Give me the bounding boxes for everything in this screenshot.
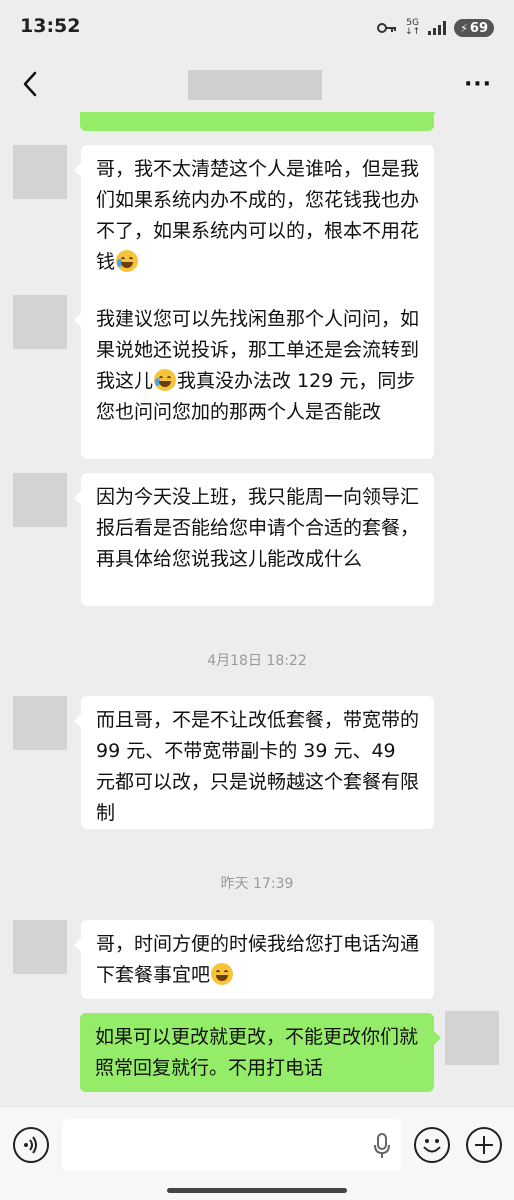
chevron-left-icon — [23, 71, 37, 97]
message-text: 而且哥，不是不让改低套餐，带宽带的 99 元、不带宽带副卡的 39 元、49 元… — [96, 709, 420, 824]
message-bubble[interactable]: 我建议您可以先找闲鱼那个人问问，如果说她还说投诉，那工单还是会流转到我这儿 我真没… — [74, 295, 434, 459]
input-bar — [0, 1106, 514, 1200]
battery-indicator: ⚡ 69 — [454, 19, 494, 37]
timestamp: 4月18日 18:22 — [207, 653, 307, 669]
message-text: 如果可以更改就更改，不能更改你们就照常回复就行。不用打电话 — [95, 1026, 419, 1079]
more-dots-icon: ··· — [463, 71, 493, 97]
more-button[interactable]: ··· — [462, 71, 494, 97]
timestamp: 昨天 17:39 — [220, 876, 294, 892]
voice-icon — [24, 1136, 37, 1154]
my-avatar[interactable] — [445, 1011, 499, 1065]
battery-level: 69 — [469, 20, 488, 36]
grinning-emoji-icon — [211, 963, 234, 985]
message-text: 因为今天没上班，我只能周一向领导汇报后看是否能给您申请个合适的套餐，再具体给您说… — [96, 486, 420, 570]
plus-button[interactable] — [466, 1127, 502, 1163]
chat-title-redacted — [188, 70, 322, 100]
data-arrows-icon: ↓↑ — [405, 27, 421, 37]
avatar[interactable] — [13, 696, 67, 750]
avatar[interactable] — [13, 473, 67, 527]
chat-header: ··· — [0, 56, 514, 112]
emoji-icon — [423, 1139, 441, 1153]
status-bar: 13:52 5G ↓↑ ⚡ 69 — [0, 0, 514, 56]
key-icon — [377, 23, 397, 33]
message-bubble[interactable]: 如果可以更改就更改，不能更改你们就照常回复就行。不用打电话 — [80, 1013, 441, 1092]
message-text: 哥，时间方便的时候我给您打电话沟通下套餐事宜吧 — [96, 933, 420, 986]
message-bubble[interactable]: 而且哥，不是不让改低套餐，带宽带的 99 元、不带宽带副卡的 39 元、49 元… — [74, 696, 434, 829]
back-button[interactable] — [14, 68, 46, 100]
avatar[interactable] — [13, 295, 67, 349]
message-input[interactable] — [62, 1119, 401, 1171]
network-indicator: 5G ↓↑ — [405, 19, 420, 37]
voice-toggle-button[interactable] — [13, 1127, 49, 1163]
status-icons: 5G ↓↑ ⚡ 69 — [377, 16, 494, 40]
plus-icon — [475, 1136, 493, 1154]
avatar[interactable] — [13, 920, 67, 974]
message-bubble[interactable]: 哥，时间方便的时候我给您打电话沟通下套餐事宜吧 — [74, 920, 434, 999]
message-text: 哥，我不太清楚这个人是谁哈，但是我们如果系统内办不成的，您花钱我也办不了，如果系… — [96, 158, 420, 273]
home-indicator[interactable] — [167, 1188, 347, 1193]
avatar[interactable] — [13, 145, 67, 199]
chat-area[interactable]: 哥，我不太清楚这个人是谁哈，但是我们如果系统内办不成的，您花钱我也办不了，如果系… — [0, 112, 514, 1106]
status-time: 13:52 — [20, 15, 81, 37]
crying-laughing-emoji-icon — [154, 369, 177, 391]
message-bubble — [80, 112, 441, 131]
charging-icon: ⚡ — [460, 21, 468, 35]
crying-laughing-emoji-icon — [116, 250, 139, 272]
message-bubble[interactable]: 因为今天没上班，我只能周一向领导汇报后看是否能给您申请个合适的套餐，再具体给您说… — [74, 473, 434, 606]
signal-icon — [428, 21, 447, 35]
mic-icon[interactable] — [373, 1133, 391, 1159]
emoji-button[interactable] — [414, 1127, 450, 1163]
